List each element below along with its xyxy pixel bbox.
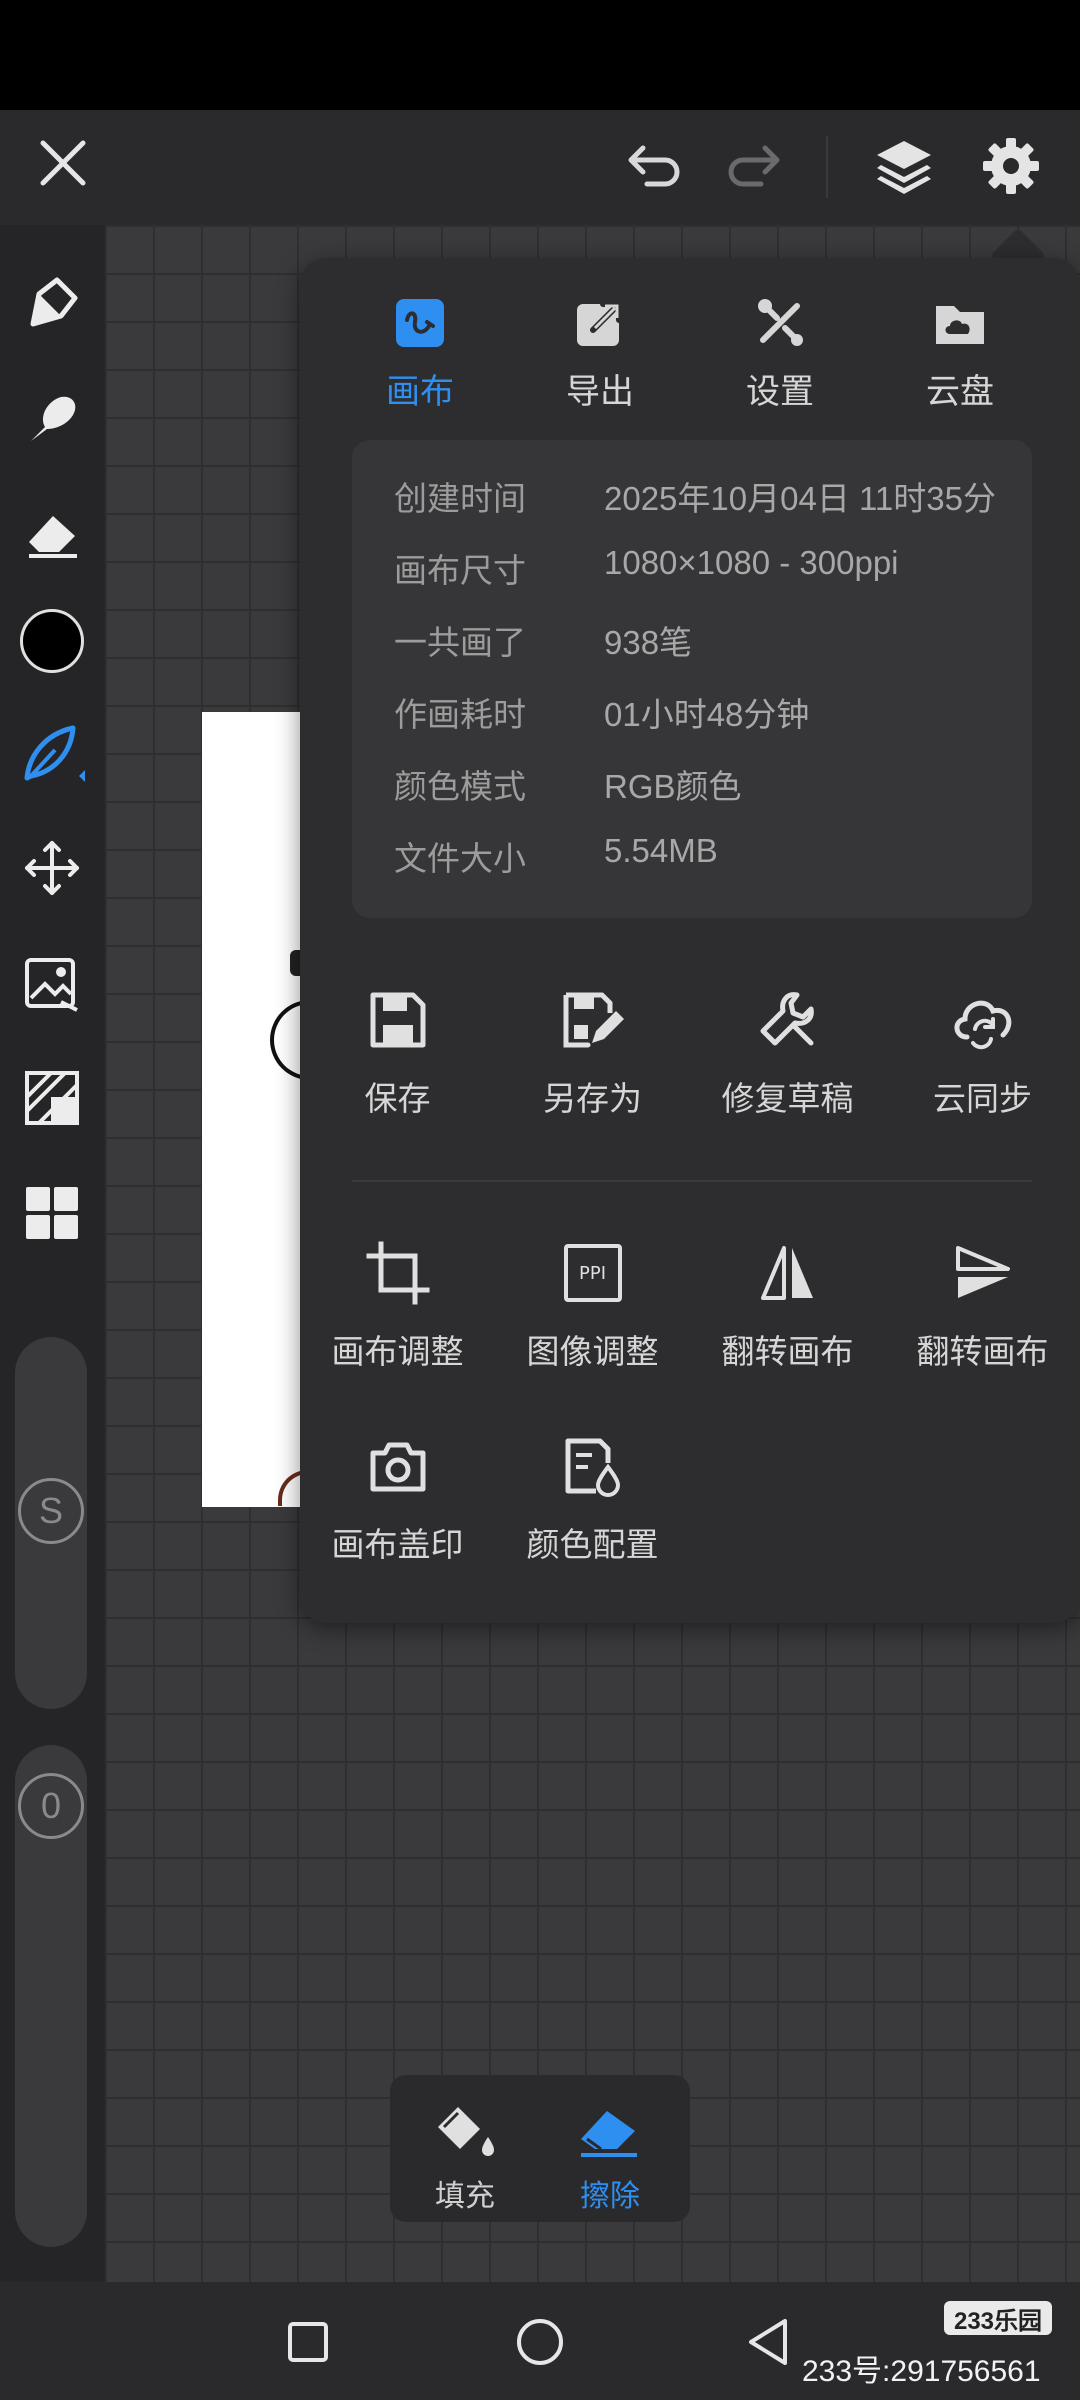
cloud-sync-button[interactable]: 云同步: [885, 980, 1080, 1120]
watermark-id: 233号:291756561: [802, 2355, 1041, 2388]
watermark-logo: 233乐园: [944, 2301, 1052, 2335]
redo-icon[interactable]: [718, 132, 788, 198]
color-profile-button[interactable]: 颜色配置: [495, 1426, 690, 1566]
top-toolbar: [0, 110, 1080, 225]
grid-icon[interactable]: [14, 1175, 90, 1251]
layers-icon[interactable]: [868, 130, 940, 202]
info-row-color-mode: 颜色模式 RGB颜色: [394, 768, 742, 805]
canvas-menu-panel: 画布 导出 设置 云盘 创建时间 2025年10月04日 11时35分 画布尺寸…: [300, 258, 1080, 1623]
color-profile-icon: [495, 1426, 690, 1506]
flip-horizontal-icon: [690, 1233, 885, 1313]
cloud-folder-icon: [870, 288, 1050, 358]
flip-vertical-button[interactable]: 翻转画布: [885, 1233, 1080, 1373]
cloud-sync-icon: [885, 980, 1080, 1060]
save-as-button[interactable]: 另存为: [495, 980, 690, 1120]
erase-button[interactable]: 擦除: [550, 2095, 670, 2215]
info-row-file-size: 文件大小 5.54MB: [394, 832, 718, 877]
brush-size-knob[interactable]: S: [18, 1478, 84, 1544]
fill-button[interactable]: 填充: [405, 2095, 525, 2215]
panel-divider: [352, 1180, 1032, 1182]
tab-canvas[interactable]: 画布: [330, 288, 510, 413]
image-import-icon[interactable]: [14, 945, 90, 1021]
canvas-adjust-button[interactable]: 画布调整: [300, 1233, 495, 1373]
export-icon: [510, 288, 690, 358]
brush-icon[interactable]: [14, 715, 90, 791]
tab-settings[interactable]: 设置: [690, 288, 870, 413]
smudge-icon[interactable]: [14, 380, 90, 456]
info-row-time: 作画耗时 01小时48分钟: [394, 696, 810, 733]
canvas-stamp-button[interactable]: 画布盖印: [300, 1426, 495, 1566]
info-row-strokes: 一共画了 938笔: [394, 624, 693, 661]
eraser-icon[interactable]: [14, 495, 90, 571]
pen-tool-icon[interactable]: [14, 265, 90, 341]
save-icon: [300, 980, 495, 1060]
canvas-info: 创建时间 2025年10月04日 11时35分 画布尺寸 1080×1080 -…: [352, 440, 1032, 918]
undo-icon[interactable]: [620, 132, 690, 198]
save-button[interactable]: 保存: [300, 980, 495, 1120]
tab-export[interactable]: 导出: [510, 288, 690, 413]
fill-bucket-icon: [405, 2095, 525, 2165]
info-row-size: 画布尺寸 1080×1080 - 300ppi: [394, 544, 899, 589]
repair-draft-button[interactable]: 修复草稿: [690, 980, 885, 1120]
quick-tool-bar: 填充 擦除: [390, 2075, 690, 2222]
flip-horizontal-button[interactable]: 翻转画布: [690, 1233, 885, 1373]
color-swatch[interactable]: [14, 603, 90, 679]
triangle-back-icon[interactable]: [738, 2312, 798, 2372]
canvas-icon: [330, 288, 510, 358]
camera-icon: [300, 1426, 495, 1506]
circle-icon[interactable]: [510, 2312, 570, 2372]
toolbar-divider: [826, 136, 828, 198]
tools-icon: [690, 288, 870, 358]
move-icon[interactable]: [14, 830, 90, 906]
close-icon[interactable]: [30, 130, 96, 196]
info-row-created: 创建时间 2025年10月04日 11时35分: [394, 480, 996, 517]
ppi-icon: PPI: [495, 1233, 690, 1313]
crop-icon: [300, 1233, 495, 1313]
texture-icon[interactable]: [14, 1060, 90, 1136]
eraser-icon: [550, 2095, 670, 2165]
left-toolbar: S 0: [0, 225, 105, 2282]
wrench-icon: [690, 980, 885, 1060]
image-adjust-button[interactable]: PPI 图像调整: [495, 1233, 690, 1373]
tab-cloud-drive[interactable]: 云盘: [870, 288, 1050, 413]
status-bar: [0, 0, 1080, 110]
opacity-knob[interactable]: 0: [18, 1773, 84, 1839]
artboard[interactable]: [202, 712, 312, 1507]
square-icon[interactable]: [278, 2312, 338, 2372]
flip-vertical-icon: [885, 1233, 1080, 1313]
gear-icon[interactable]: [975, 130, 1047, 202]
save-as-icon: [495, 980, 690, 1060]
